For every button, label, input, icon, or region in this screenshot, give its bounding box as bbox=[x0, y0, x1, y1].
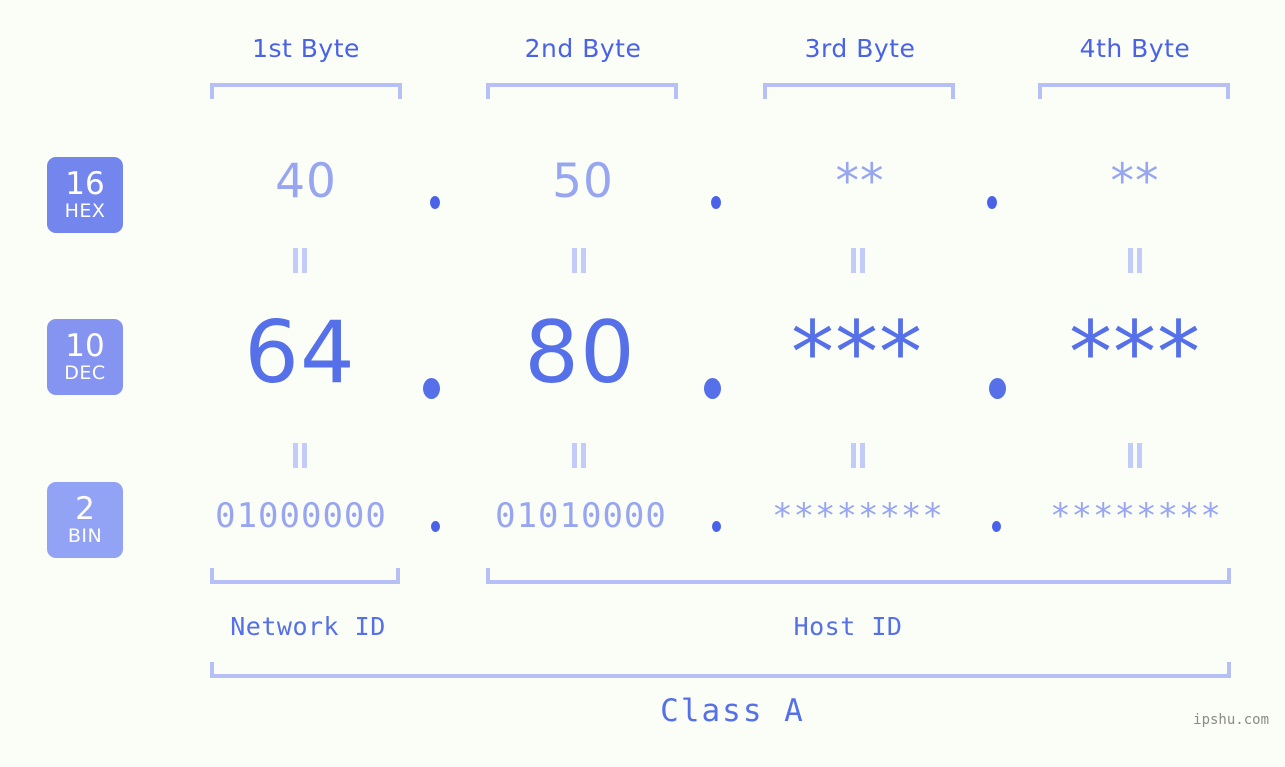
bin-byte-4-value: ******** bbox=[1050, 496, 1222, 536]
equals-connector-hex-dec-3 bbox=[851, 248, 867, 273]
equals-connector-dec-bin-3 bbox=[851, 443, 867, 468]
equals-connector-dec-bin-4 bbox=[1128, 443, 1144, 468]
watermark: ipshu.com bbox=[1193, 712, 1269, 728]
byte-header-1: 1st Byte bbox=[252, 34, 360, 63]
byte-bracket-2 bbox=[486, 83, 678, 99]
hex-byte-2-value: 50 bbox=[552, 154, 614, 209]
bin-byte-1-value: 01000000 bbox=[215, 496, 387, 536]
byte-bracket-4 bbox=[1038, 83, 1230, 99]
base-badge-bin: 2 BIN bbox=[47, 482, 123, 558]
byte-header-2: 2nd Byte bbox=[524, 34, 642, 63]
class-label: Class A bbox=[660, 693, 805, 729]
host-id-label: Host ID bbox=[793, 612, 903, 641]
base-badge-dec-number: 10 bbox=[65, 328, 105, 364]
byte-header-3: 3rd Byte bbox=[804, 34, 916, 63]
dec-byte-2-value: 80 bbox=[524, 303, 636, 403]
base-badge-dec: 10 DEC bbox=[47, 319, 123, 395]
equals-connector-dec-bin-2 bbox=[572, 443, 588, 468]
byte-bracket-3 bbox=[763, 83, 955, 99]
bin-separator-dot-1 bbox=[431, 521, 440, 532]
base-badge-bin-number: 2 bbox=[75, 491, 95, 527]
hex-byte-3-value: ** bbox=[835, 154, 885, 209]
bin-separator-dot-2 bbox=[712, 521, 721, 532]
bin-separator-dot-3 bbox=[992, 521, 1001, 532]
hex-separator-dot-1 bbox=[430, 196, 440, 209]
base-badge-hex: 16 HEX bbox=[47, 157, 123, 233]
base-badge-dec-label: DEC bbox=[64, 362, 106, 384]
equals-connector-hex-dec-2 bbox=[572, 248, 588, 273]
network-id-label: Network ID bbox=[230, 612, 386, 641]
base-badge-hex-number: 16 bbox=[65, 166, 105, 202]
hex-separator-dot-2 bbox=[711, 196, 721, 209]
dec-byte-1-value: 64 bbox=[244, 303, 356, 403]
hex-byte-1-value: 40 bbox=[275, 154, 337, 209]
ip-address-breakdown-diagram: 1st Byte 2nd Byte 3rd Byte 4th Byte 16 H… bbox=[0, 0, 1285, 767]
dec-byte-4-value: *** bbox=[1069, 303, 1201, 403]
bin-byte-3-value: ******** bbox=[772, 496, 944, 536]
equals-connector-hex-dec-1 bbox=[293, 248, 309, 273]
class-bracket bbox=[210, 662, 1231, 678]
bin-byte-2-value: 01010000 bbox=[495, 496, 667, 536]
host-id-bracket bbox=[486, 568, 1231, 584]
base-badge-bin-label: BIN bbox=[67, 525, 103, 547]
dec-separator-dot-2 bbox=[704, 378, 721, 399]
dec-separator-dot-3 bbox=[989, 378, 1006, 399]
dec-separator-dot-1 bbox=[423, 378, 440, 399]
byte-bracket-1 bbox=[210, 83, 402, 99]
dec-byte-3-value: *** bbox=[791, 303, 923, 403]
hex-byte-4-value: ** bbox=[1110, 154, 1160, 209]
hex-separator-dot-3 bbox=[987, 196, 997, 209]
equals-connector-dec-bin-1 bbox=[293, 443, 309, 468]
network-id-bracket bbox=[210, 568, 400, 584]
byte-header-4: 4th Byte bbox=[1079, 34, 1191, 63]
equals-connector-hex-dec-4 bbox=[1128, 248, 1144, 273]
base-badge-hex-label: HEX bbox=[64, 200, 106, 222]
